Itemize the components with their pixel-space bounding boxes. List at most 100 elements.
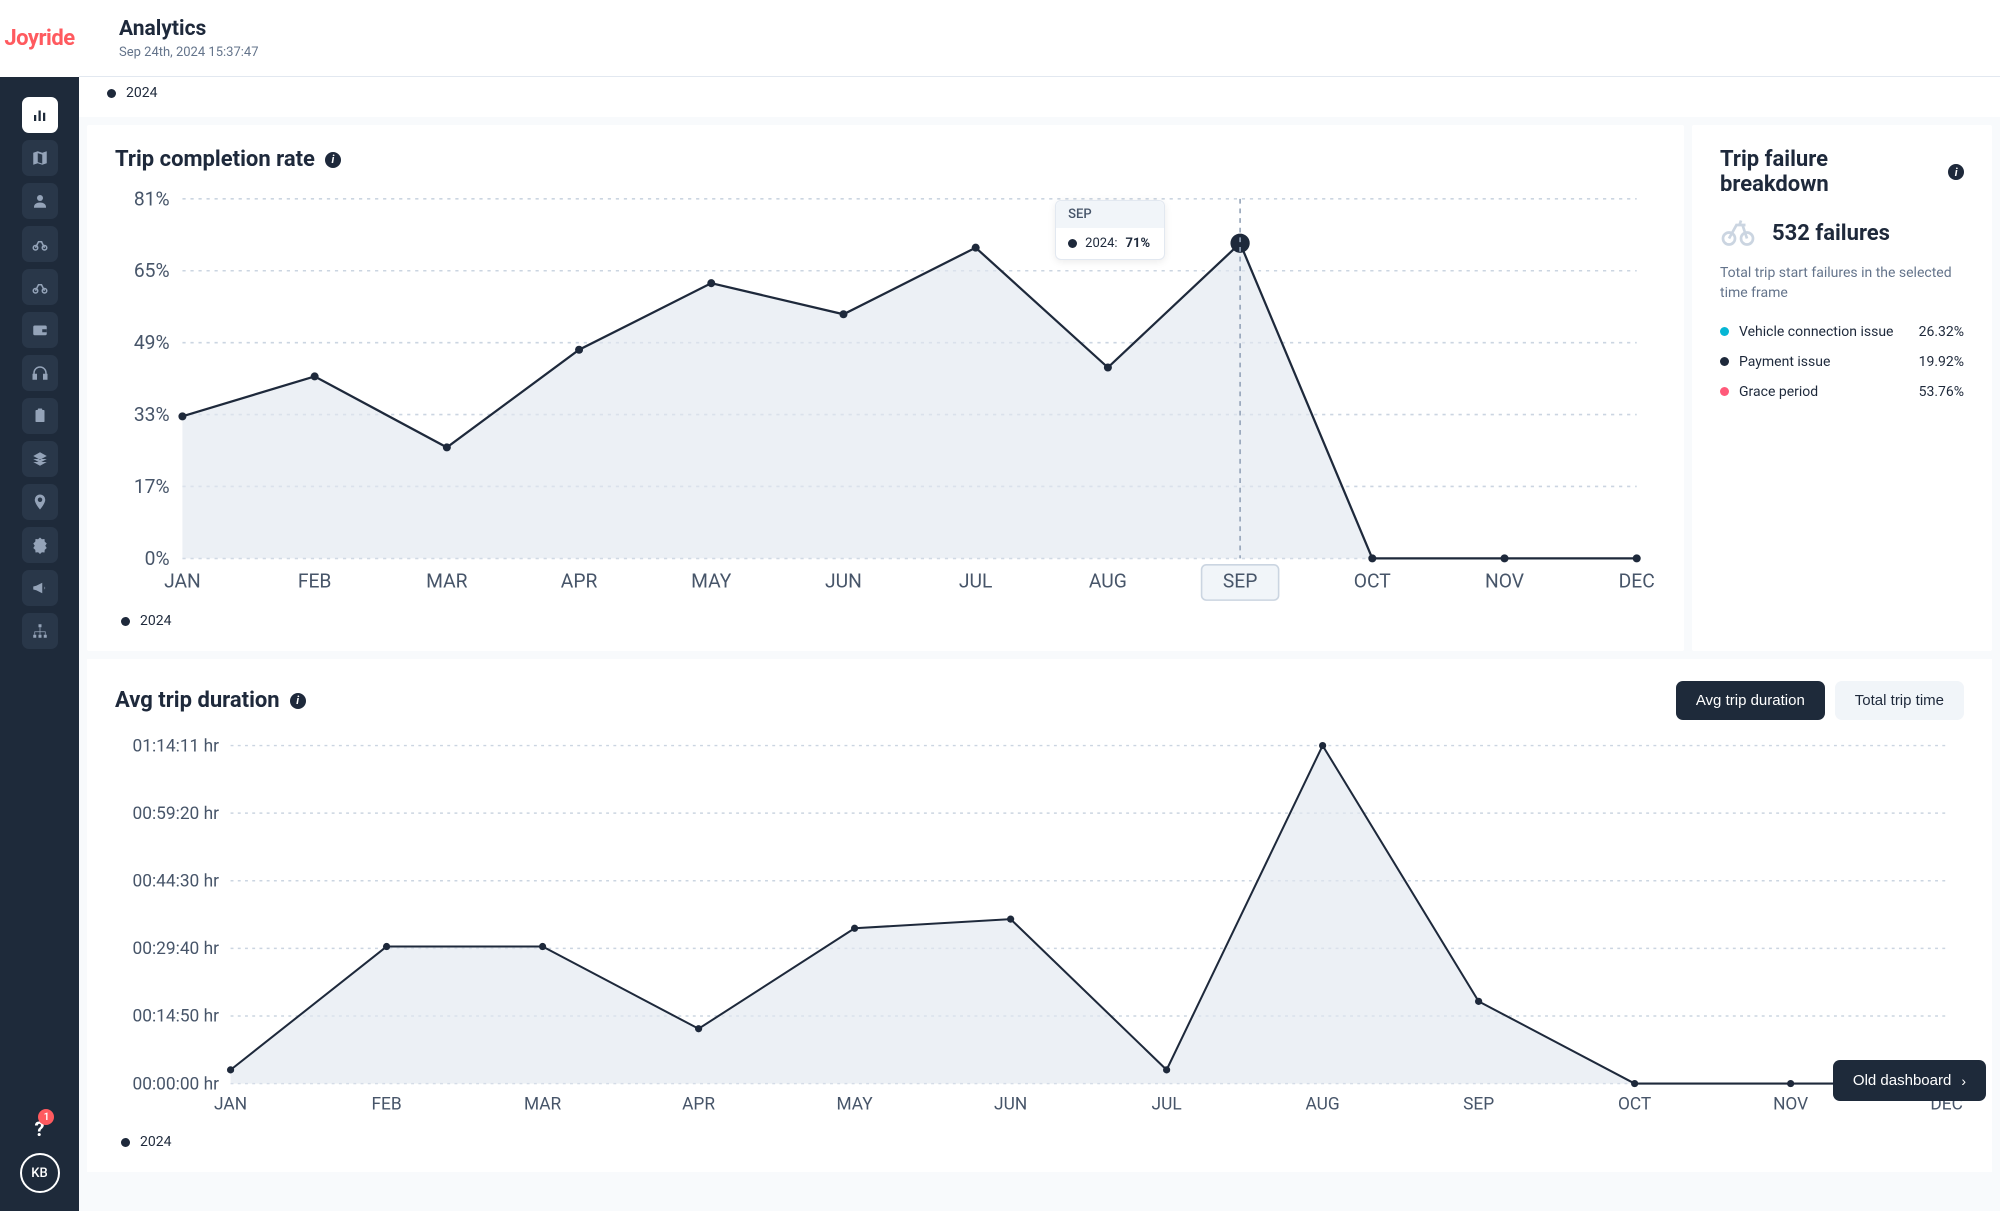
chevron-right-icon: ›	[1961, 1073, 1966, 1089]
wallet-icon	[31, 321, 49, 339]
completion-chart[interactable]: 0%17%33%49%65%81%JANFEBMARAPRMAYJUNJULAU…	[115, 186, 1656, 603]
bike-icon	[1720, 213, 1756, 253]
failure-label: Grace period	[1739, 384, 1818, 400]
info-icon[interactable]: i	[290, 693, 306, 709]
old-dashboard-label: Old dashboard	[1853, 1072, 1951, 1089]
nav-analytics[interactable]	[22, 97, 58, 133]
failure-pct: 19.92%	[1919, 354, 1964, 370]
svg-text:MAR: MAR	[524, 1095, 562, 1115]
megaphone-icon	[31, 579, 49, 597]
svg-text:49%: 49%	[134, 331, 170, 354]
topbar: Analytics Sep 24th, 2024 15:37:47	[79, 0, 2000, 77]
svg-text:OCT: OCT	[1354, 569, 1392, 592]
old-dashboard-button[interactable]: Old dashboard ›	[1833, 1060, 1986, 1101]
pin-icon	[31, 493, 49, 511]
map-icon	[31, 149, 49, 167]
tooltip-value: 71%	[1126, 236, 1151, 251]
nav-bike-2[interactable]	[22, 269, 58, 305]
svg-text:00:44:30 hr: 00:44:30 hr	[132, 872, 219, 892]
duration-chart[interactable]: 00:00:00 hr00:14:50 hr00:29:40 hr00:44:3…	[115, 734, 1964, 1124]
svg-text:DEC: DEC	[1619, 569, 1655, 592]
nav-headset[interactable]	[22, 355, 58, 391]
svg-text:00:29:40 hr: 00:29:40 hr	[132, 939, 219, 959]
failure-dot	[1720, 327, 1729, 336]
nav-wallet[interactable]	[22, 312, 58, 348]
failure-row: Vehicle connection issue 26.32%	[1720, 324, 1964, 340]
svg-text:JUL: JUL	[1152, 1095, 1182, 1115]
sidebar-bottom: ? 1 KB	[20, 1117, 60, 1211]
svg-text:JUN: JUN	[994, 1095, 1027, 1115]
duration-card: Avg trip duration i Avg trip duration To…	[87, 659, 1992, 1172]
nav	[22, 77, 58, 1117]
svg-text:JUN: JUN	[825, 569, 862, 592]
legend-dot	[121, 1138, 130, 1147]
info-icon[interactable]: i	[1948, 164, 1964, 180]
legend-dot	[107, 89, 116, 98]
svg-text:SEP: SEP	[1223, 569, 1258, 592]
help-button[interactable]: ? 1	[35, 1117, 45, 1141]
failure-row: Payment issue 19.92%	[1720, 354, 1964, 370]
failure-dot	[1720, 357, 1729, 366]
clipboard-icon	[31, 407, 49, 425]
nav-pin[interactable]	[22, 484, 58, 520]
svg-text:00:59:20 hr: 00:59:20 hr	[132, 804, 219, 824]
tooltip-series: 2024:	[1085, 236, 1117, 251]
duration-title: Avg trip duration	[115, 688, 280, 713]
info-icon[interactable]: i	[325, 152, 341, 168]
legend-year: 2024	[126, 85, 157, 101]
page-title: Analytics	[119, 17, 259, 41]
svg-text:MAR: MAR	[426, 569, 468, 592]
svg-text:65%: 65%	[134, 259, 170, 282]
svg-text:FEB: FEB	[298, 569, 332, 592]
nav-bike-1[interactable]	[22, 226, 58, 262]
failure-subtitle: Total trip start failures in the selecte…	[1720, 263, 1964, 304]
svg-text:JAN: JAN	[214, 1095, 247, 1115]
user-avatar[interactable]: KB	[20, 1153, 60, 1193]
nav-sitemap[interactable]	[22, 613, 58, 649]
avg-trip-duration-button[interactable]: Avg trip duration	[1676, 681, 1825, 720]
nav-map[interactable]	[22, 140, 58, 176]
logo-area: Joyride	[0, 0, 79, 77]
tooltip-month: SEP	[1056, 201, 1164, 228]
page-timestamp: Sep 24th, 2024 15:37:47	[119, 45, 259, 60]
svg-text:81%: 81%	[134, 187, 170, 210]
failure-title: Trip failure breakdown	[1720, 147, 1938, 197]
failure-pct: 26.32%	[1919, 324, 1964, 340]
svg-text:0%: 0%	[145, 547, 170, 570]
svg-text:NOV: NOV	[1485, 569, 1524, 592]
chart-tooltip: SEP 2024: 71%	[1055, 200, 1165, 260]
svg-text:FEB: FEB	[371, 1095, 401, 1115]
failure-label: Vehicle connection issue	[1739, 324, 1893, 340]
nav-user[interactable]	[22, 183, 58, 219]
discount-icon	[31, 536, 49, 554]
nav-layers[interactable]	[22, 441, 58, 477]
bar-chart-icon	[31, 106, 49, 124]
duration-toggle: Avg trip duration Total trip time	[1676, 681, 1964, 720]
brand-logo: Joyride	[4, 26, 74, 51]
tooltip-dot	[1068, 239, 1077, 248]
svg-text:17%: 17%	[134, 475, 170, 498]
svg-text:MAY: MAY	[837, 1095, 874, 1115]
svg-text:00:00:00 hr: 00:00:00 hr	[132, 1075, 219, 1095]
bike-icon	[31, 235, 49, 253]
help-badge: 1	[38, 1109, 54, 1125]
svg-text:33%: 33%	[134, 403, 170, 426]
failure-dot	[1720, 387, 1729, 396]
svg-text:JUL: JUL	[959, 569, 992, 592]
total-trip-time-button[interactable]: Total trip time	[1835, 681, 1964, 720]
failure-card: Trip failure breakdown i 532 failures To…	[1692, 125, 1992, 651]
duration-legend: 2024	[140, 1134, 171, 1150]
completion-title: Trip completion rate	[115, 147, 315, 172]
top-legend: 2024	[79, 77, 2000, 117]
svg-text:MAY: MAY	[691, 569, 732, 592]
bike-icon	[31, 278, 49, 296]
failure-count: 532 failures	[1772, 221, 1890, 246]
svg-text:OCT: OCT	[1618, 1095, 1651, 1115]
completion-legend: 2024	[140, 613, 171, 629]
nav-clipboard[interactable]	[22, 398, 58, 434]
nav-megaphone[interactable]	[22, 570, 58, 606]
nav-discount[interactable]	[22, 527, 58, 563]
svg-text:APR: APR	[561, 569, 598, 592]
layers-icon	[31, 450, 49, 468]
failure-label: Payment issue	[1739, 354, 1830, 370]
